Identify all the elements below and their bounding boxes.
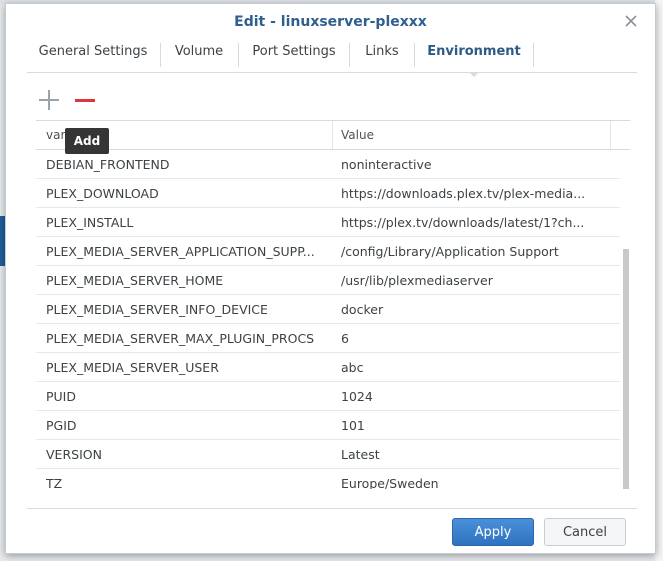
apply-button[interactable]: Apply xyxy=(452,518,534,546)
add-tooltip: Add xyxy=(65,128,109,154)
table-row[interactable]: TZ Europe/Sweden xyxy=(36,469,620,489)
value-cell: Latest xyxy=(341,447,380,462)
table-row[interactable]: PLEX_MEDIA_SERVER_MAX_PLUGIN_PROCS 6 xyxy=(36,324,620,353)
value-cell: noninteractive xyxy=(341,157,432,172)
edit-container-dialog: Edit - linuxserver-plexxx General Settin… xyxy=(5,3,656,554)
value-cell: /config/Library/Application Support xyxy=(341,244,559,259)
cancel-button[interactable]: Cancel xyxy=(544,518,626,546)
close-icon xyxy=(625,15,637,27)
variable-cell: VERSION xyxy=(46,447,102,462)
variable-cell: PLEX_MEDIA_SERVER_APPLICATION_SUPP... xyxy=(46,244,315,259)
table-row[interactable]: PLEX_MEDIA_SERVER_HOME /usr/lib/plexmedi… xyxy=(36,266,620,295)
variable-cell: PUID xyxy=(46,389,76,404)
tab-divider xyxy=(533,43,534,67)
tab-links[interactable]: Links xyxy=(350,38,414,71)
value-cell: 1024 xyxy=(341,389,373,404)
variable-cell: TZ xyxy=(46,476,63,489)
value-cell: https://downloads.plex.tv/plex-media... xyxy=(341,186,586,201)
tab-port-settings[interactable]: Port Settings xyxy=(239,38,349,71)
column-divider[interactable] xyxy=(332,121,333,149)
table-row[interactable]: PLEX_DOWNLOAD https://downloads.plex.tv/… xyxy=(36,179,620,208)
value-cell: Europe/Sweden xyxy=(341,476,439,489)
column-header-value[interactable]: Value xyxy=(341,121,601,149)
table-row[interactable]: PLEX_MEDIA_SERVER_USER abc xyxy=(36,353,620,382)
variable-cell: PLEX_MEDIA_SERVER_INFO_DEVICE xyxy=(46,302,268,317)
table-header: vari Value xyxy=(36,121,630,150)
table-row[interactable]: DEBIAN_FRONTEND noninteractive xyxy=(36,150,620,179)
variable-cell: PGID xyxy=(46,418,77,433)
table-row[interactable]: PGID 101 xyxy=(36,411,620,440)
delete-variable-button[interactable] xyxy=(73,88,97,112)
table-row[interactable]: PLEX_MEDIA_SERVER_INFO_DEVICE docker xyxy=(36,295,620,324)
variable-cell: PLEX_MEDIA_SERVER_USER xyxy=(46,360,219,375)
column-divider[interactable] xyxy=(610,121,611,149)
scrollbar-thumb[interactable] xyxy=(623,249,629,489)
value-cell: abc xyxy=(341,360,364,375)
dialog-title: Edit - linuxserver-plexxx xyxy=(234,14,427,30)
variable-cell: PLEX_DOWNLOAD xyxy=(46,186,159,201)
table-row[interactable]: VERSION Latest xyxy=(36,440,620,469)
tab-bar: General Settings Volume Port Settings Li… xyxy=(27,38,637,77)
table-row[interactable]: PLEX_INSTALL https://plex.tv/downloads/l… xyxy=(36,208,620,237)
add-variable-button[interactable] xyxy=(37,88,61,112)
background-app-panel xyxy=(655,0,663,561)
tab-environment[interactable]: Environment xyxy=(415,38,533,77)
variable-cell: DEBIAN_FRONTEND xyxy=(46,157,170,172)
tab-general-settings[interactable]: General Settings xyxy=(27,38,159,71)
variable-cell: PLEX_MEDIA_SERVER_HOME xyxy=(46,273,224,288)
value-cell: docker xyxy=(341,302,384,317)
table-row[interactable]: PLEX_MEDIA_SERVER_APPLICATION_SUPP... /c… xyxy=(36,237,620,266)
close-button[interactable] xyxy=(623,13,639,29)
value-cell: 6 xyxy=(341,331,349,346)
value-cell: https://plex.tv/downloads/latest/1?ch... xyxy=(341,215,585,230)
environment-table: vari Value DEBIAN_FRONTEND noninteractiv… xyxy=(36,120,630,489)
variable-cell: PLEX_INSTALL xyxy=(46,215,134,230)
value-cell: 101 xyxy=(341,418,365,433)
value-cell: /usr/lib/plexmediaserver xyxy=(341,273,493,288)
table-row[interactable]: PUID 1024 xyxy=(36,382,620,411)
footer-divider xyxy=(27,508,637,509)
variable-cell: PLEX_MEDIA_SERVER_MAX_PLUGIN_PROCS xyxy=(46,331,315,346)
tab-volume[interactable]: Volume xyxy=(161,38,237,71)
table-body: DEBIAN_FRONTEND noninteractive PLEX_DOWN… xyxy=(36,150,620,489)
